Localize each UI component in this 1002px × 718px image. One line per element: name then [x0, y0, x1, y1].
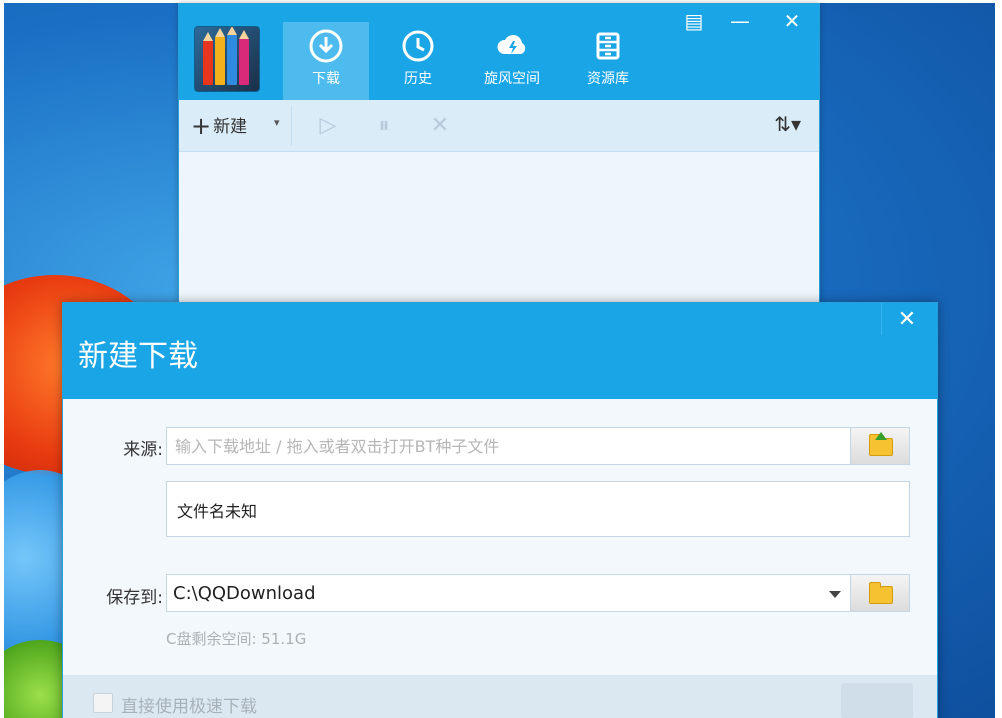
express-download-checkbox[interactable] [93, 693, 113, 713]
download-icon [308, 28, 344, 64]
logo-pencil [203, 32, 213, 85]
library-icon [590, 28, 626, 64]
filename-text: 文件名未知 [177, 502, 258, 521]
tab-resource-library[interactable]: 资源库 [567, 22, 649, 100]
tab-download-label: 下载 [312, 71, 340, 87]
minimize-button[interactable]: — [725, 6, 755, 36]
filename-field[interactable]: 文件名未知 [166, 481, 910, 537]
browse-folder-button[interactable] [850, 574, 910, 612]
tab-history[interactable]: 历史 [377, 22, 459, 100]
close-divider [881, 303, 882, 335]
app-logo[interactable] [194, 26, 260, 92]
toolbar-divider [291, 106, 292, 146]
qq-download-main-window: 下载 历史 旋风空间 资源库 ▤ — ✕ + 新建 ▾ ▷ ⏸ ✕ ⇅▾ [178, 3, 820, 303]
source-field[interactable] [166, 427, 852, 465]
express-download-label: 直接使用极速下载 [121, 697, 257, 717]
dialog-close-button[interactable]: ✕ [889, 305, 925, 335]
new-download-dropdown-icon[interactable]: ▾ [274, 116, 280, 129]
main-toolbar: + 新建 ▾ ▷ ⏸ ✕ ⇅▾ [179, 100, 819, 152]
source-input[interactable] [167, 428, 851, 464]
open-folder-icon [869, 434, 893, 456]
open-torrent-button[interactable] [850, 427, 910, 465]
chevron-down-icon[interactable] [829, 591, 841, 598]
save-path-dropdown[interactable]: C:\QQDownload [166, 574, 852, 612]
start-button[interactable]: ▷ [313, 112, 343, 140]
dialog-footer: 直接使用极速下载 [63, 675, 937, 718]
tab-download[interactable]: 下载 [283, 22, 369, 100]
sort-button[interactable]: ⇅▾ [774, 112, 801, 136]
history-icon [400, 28, 436, 64]
upload-arrow-icon [875, 432, 887, 440]
new-download-dialog: 新建下载 ✕ 来源: 文件名未知 保存到: C:\QQDownload C盘剩余… [62, 302, 938, 718]
logo-pencil [239, 30, 249, 85]
cloud-icon [494, 28, 530, 64]
dialog-header: 新建下载 ✕ [63, 303, 937, 399]
tab-cloud-space[interactable]: 旋风空间 [467, 22, 557, 100]
save-path-value: C:\QQDownload [173, 583, 316, 604]
close-button[interactable]: ✕ [777, 6, 807, 36]
delete-button[interactable]: ✕ [425, 112, 455, 140]
free-space-text: C盘剩余空间: 51.1G [166, 630, 307, 648]
new-download-button[interactable]: + 新建 [191, 112, 247, 140]
logo-pencil [227, 27, 237, 85]
logo-pencil [215, 28, 225, 85]
tab-resource-library-label: 资源库 [587, 71, 629, 87]
download-list[interactable] [179, 153, 819, 303]
source-label: 来源: [123, 440, 163, 460]
dialog-title: 新建下载 [78, 339, 198, 374]
tab-history-label: 历史 [404, 71, 432, 87]
plus-icon: + [191, 112, 212, 140]
confirm-download-button[interactable] [841, 683, 913, 718]
main-window-header: 下载 历史 旋风空间 资源库 ▤ — ✕ [179, 4, 819, 100]
screenshot-left-margin [0, 0, 4, 718]
save-to-label: 保存到: [106, 588, 163, 608]
skin-icon[interactable]: ▤ [679, 6, 709, 36]
new-download-label: 新建 [213, 117, 248, 137]
screenshot-right-margin [995, 0, 1002, 718]
tab-cloud-space-label: 旋风空间 [484, 71, 540, 87]
pause-button[interactable]: ⏸ [369, 112, 399, 140]
folder-icon [869, 582, 893, 604]
